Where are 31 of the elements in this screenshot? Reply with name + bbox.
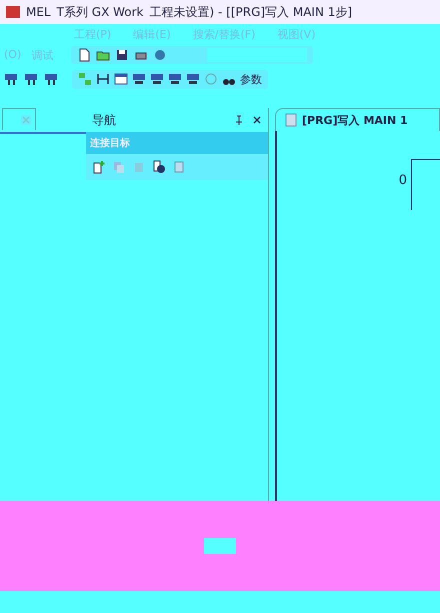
device-icon[interactable]	[150, 72, 164, 86]
menu-item[interactable]: 搜索/替换(F)	[192, 26, 256, 42]
device-icon[interactable]	[24, 72, 38, 86]
section-header[interactable]: 连接目标	[86, 132, 268, 154]
panel-title: 导航	[92, 112, 117, 128]
pin-icon[interactable]	[234, 115, 244, 125]
ladder-icon[interactable]	[96, 72, 110, 86]
close-icon[interactable]	[252, 115, 262, 125]
window-title: T系列 GX Work	[56, 4, 144, 20]
device-icon[interactable]	[4, 72, 18, 86]
window-icon[interactable]	[114, 72, 128, 86]
info-icon[interactable]	[152, 160, 166, 174]
menu-item[interactable]: 编辑(E)	[133, 26, 171, 42]
menu-item[interactable]: 视图(V)	[277, 26, 316, 42]
device-icon[interactable]	[186, 72, 200, 86]
corrupted-patch	[204, 538, 236, 554]
device-icon[interactable]	[44, 72, 58, 86]
menu-item[interactable]: 工程(P)	[74, 26, 112, 42]
app-icon	[6, 6, 20, 18]
parameter-button[interactable]: 参数	[240, 72, 262, 86]
program-icon	[284, 113, 298, 127]
window-title: 工程未设置) - [[PRG]写入 MAIN 1步]	[150, 4, 352, 20]
device-icon[interactable]	[168, 72, 182, 86]
menu-item[interactable]: 调试	[31, 48, 54, 62]
device-icon[interactable]	[132, 72, 146, 86]
new-file-icon[interactable]	[77, 48, 92, 62]
window-title: MEL	[26, 5, 51, 19]
add-file-icon[interactable]	[92, 160, 106, 174]
save-icon[interactable]	[115, 48, 130, 62]
menu-item[interactable]: (O)	[4, 48, 22, 62]
step-number: 0	[398, 173, 407, 188]
